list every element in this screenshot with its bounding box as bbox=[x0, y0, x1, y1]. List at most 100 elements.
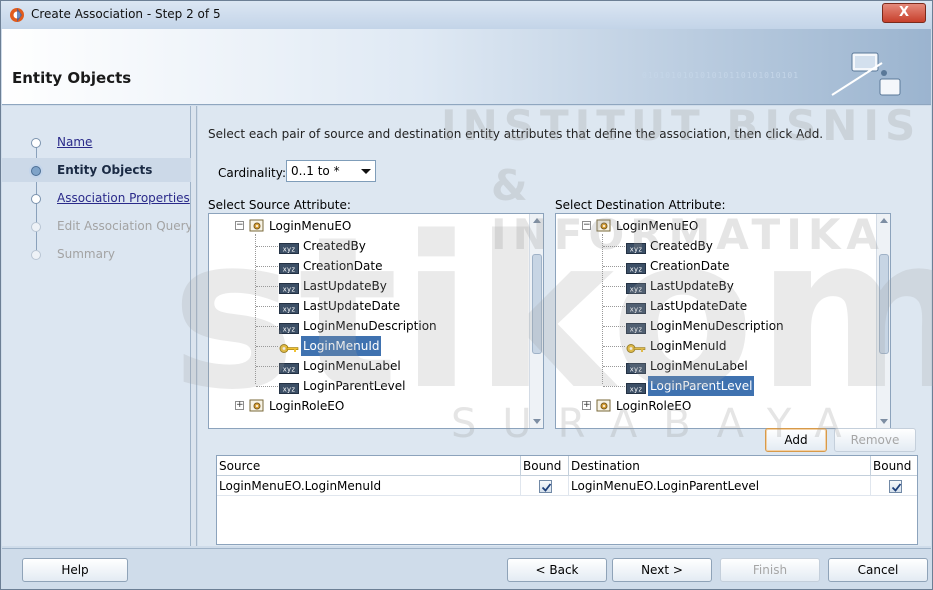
step-indicator-icon bbox=[31, 194, 41, 204]
attribute-label: LastUpdateBy bbox=[650, 279, 734, 293]
tree-connector bbox=[255, 234, 256, 384]
cancel-button-label: Cancel bbox=[857, 563, 899, 577]
attribute-label: LoginParentLevel bbox=[303, 379, 406, 393]
attribute-label: CreatedBy bbox=[650, 239, 713, 253]
key-icon bbox=[626, 340, 648, 353]
svg-text:xyz: xyz bbox=[283, 386, 296, 394]
column-header-source[interactable]: Source bbox=[217, 456, 521, 476]
page-title: Entity Objects bbox=[12, 69, 132, 87]
scroll-down-icon[interactable] bbox=[880, 419, 888, 424]
vertical-scrollbar[interactable] bbox=[529, 214, 543, 428]
cardinality-select[interactable]: 0..1 to * bbox=[286, 160, 376, 182]
tree-branch bbox=[256, 246, 278, 247]
attribute-icon: xyz bbox=[626, 360, 648, 374]
title-bar[interactable]: Create Association - Step 2 of 5 X bbox=[1, 1, 932, 29]
tree-branch bbox=[256, 266, 278, 267]
column-header-destination-bound[interactable]: Bound bbox=[871, 456, 917, 476]
tree-node-label: LoginRoleEO bbox=[269, 399, 345, 413]
attribute-label: LoginMenuDescription bbox=[650, 319, 784, 333]
attribute-icon: xyz bbox=[626, 260, 648, 274]
table-cell-source-bound bbox=[521, 476, 569, 496]
column-header-destination[interactable]: Destination bbox=[569, 456, 871, 476]
window-title: Create Association - Step 2 of 5 bbox=[31, 7, 221, 21]
destination-attribute-tree[interactable]: − LoginMenuEO xyz CreatedBy xyz CreationDate x… bbox=[555, 213, 891, 429]
tree-branch bbox=[256, 326, 278, 327]
scroll-thumb[interactable] bbox=[532, 254, 542, 354]
association-table[interactable]: Source Bound Destination Bound LoginMenu… bbox=[216, 455, 918, 545]
next-button-label: Next > bbox=[641, 563, 683, 577]
remove-button: Remove bbox=[834, 428, 916, 452]
nav-step-label: Entity Objects bbox=[57, 163, 153, 177]
table-cell-destination-bound bbox=[871, 476, 917, 496]
nav-step-name[interactable]: Name bbox=[2, 130, 191, 154]
instructions-text: Select each pair of source and destinati… bbox=[208, 127, 824, 141]
attribute-label: CreatedBy bbox=[303, 239, 366, 253]
attribute-label: CreationDate bbox=[303, 259, 383, 273]
attribute-icon: xyz bbox=[279, 360, 301, 374]
svg-text:xyz: xyz bbox=[630, 286, 643, 294]
footer-bar: Help < Back Next > Finish Cancel bbox=[2, 548, 931, 589]
panel-splitter[interactable] bbox=[191, 106, 197, 546]
scroll-up-icon[interactable] bbox=[880, 218, 888, 223]
svg-text:xyz: xyz bbox=[283, 366, 296, 374]
add-button[interactable]: Add bbox=[765, 428, 827, 452]
remove-button-label: Remove bbox=[850, 433, 900, 447]
next-button[interactable]: Next > bbox=[612, 558, 712, 582]
scroll-up-icon[interactable] bbox=[533, 218, 541, 223]
back-button[interactable]: < Back bbox=[507, 558, 607, 582]
attribute-icon: xyz bbox=[279, 380, 301, 394]
attribute-icon: xyz bbox=[279, 240, 301, 254]
source-bound-checkbox[interactable] bbox=[539, 480, 552, 493]
cancel-button[interactable]: Cancel bbox=[828, 558, 928, 582]
svg-text:xyz: xyz bbox=[283, 306, 296, 314]
step-indicator-icon bbox=[31, 250, 41, 260]
attribute-icon: xyz bbox=[626, 300, 648, 314]
table-cell-source[interactable]: LoginMenuEO.LoginMenuId bbox=[217, 476, 521, 496]
collapse-icon[interactable]: − bbox=[235, 221, 244, 230]
help-button-label: Help bbox=[61, 563, 89, 577]
destination-attribute-label: Select Destination Attribute: bbox=[555, 198, 726, 212]
tree-branch bbox=[603, 266, 625, 267]
attribute-icon: xyz bbox=[626, 320, 648, 334]
attribute-label: LoginMenuLabel bbox=[303, 359, 401, 373]
svg-text:xyz: xyz bbox=[630, 326, 643, 334]
header-banner: Entity Objects 0101010101010101101010101… bbox=[2, 29, 931, 105]
finish-button: Finish bbox=[720, 558, 820, 582]
nav-step-entity-objects[interactable]: Entity Objects bbox=[2, 158, 191, 182]
nav-step-label: Summary bbox=[57, 247, 115, 261]
tree-branch bbox=[603, 346, 625, 347]
nav-step-association-properties[interactable]: Association Properties bbox=[2, 186, 191, 210]
tree-branch bbox=[603, 386, 625, 387]
column-header-source-bound[interactable]: Bound bbox=[521, 456, 569, 476]
expand-icon[interactable]: + bbox=[235, 401, 244, 410]
tree-branch bbox=[256, 386, 278, 387]
attribute-label: LoginMenuDescription bbox=[303, 319, 437, 333]
attribute-label: LastUpdateDate bbox=[650, 299, 748, 313]
close-button[interactable]: X bbox=[882, 3, 926, 23]
destination-bound-checkbox[interactable] bbox=[889, 480, 902, 493]
scroll-thumb[interactable] bbox=[879, 254, 889, 354]
svg-text:xyz: xyz bbox=[283, 266, 296, 274]
attribute-label: LoginMenuId bbox=[301, 336, 382, 356]
vertical-scrollbar[interactable] bbox=[876, 214, 890, 428]
checkmark-icon bbox=[541, 483, 552, 492]
help-button[interactable]: Help bbox=[22, 558, 128, 582]
nav-step-label: Association Properties bbox=[57, 191, 190, 205]
chevron-down-icon bbox=[361, 169, 371, 174]
attribute-icon: xyz bbox=[626, 280, 648, 294]
tree-branch bbox=[603, 286, 625, 287]
back-button-label: < Back bbox=[535, 563, 579, 577]
step-indicator-icon bbox=[31, 222, 41, 232]
cardinality-value: 0..1 to * bbox=[291, 164, 340, 178]
source-attribute-tree[interactable]: − LoginMenuEO xyz CreatedBy xyz CreationDate x… bbox=[208, 213, 544, 429]
expand-icon[interactable]: + bbox=[582, 401, 591, 410]
collapse-icon[interactable]: − bbox=[582, 221, 591, 230]
nav-step-summary: Summary bbox=[2, 242, 191, 266]
svg-text:xyz: xyz bbox=[630, 266, 643, 274]
scroll-down-icon[interactable] bbox=[533, 419, 541, 424]
table-cell-destination[interactable]: LoginMenuEO.LoginParentLevel bbox=[569, 476, 871, 496]
nav-step-label: Edit Association Query bbox=[57, 219, 193, 233]
dialog-window: Create Association - Step 2 of 5 X Entit… bbox=[0, 0, 933, 590]
attribute-label: LoginMenuId bbox=[650, 339, 727, 353]
svg-text:xyz: xyz bbox=[283, 286, 296, 294]
